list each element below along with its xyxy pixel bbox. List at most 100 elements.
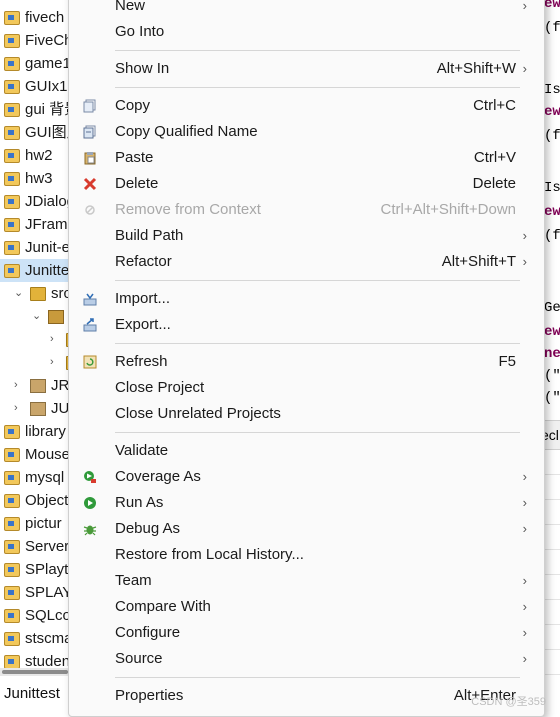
menu-item-team[interactable]: Team › xyxy=(69,568,544,594)
menu-item-validate[interactable]: Validate xyxy=(69,438,544,464)
menu-item-copy[interactable]: Copy Ctrl+C xyxy=(69,93,544,119)
menu-item-refresh[interactable]: Refresh F5 xyxy=(69,349,544,375)
project-icon xyxy=(4,80,20,94)
menu-item-run-as[interactable]: Run As › xyxy=(69,490,544,516)
menu-item-shortcut: Ctrl+C xyxy=(473,97,516,114)
explorer-item[interactable]: hw2 xyxy=(0,144,70,167)
project-icon xyxy=(4,448,20,462)
explorer-item[interactable]: game1 xyxy=(0,52,70,75)
chevron-right-icon: › xyxy=(522,0,527,13)
library-icon xyxy=(30,402,46,416)
menu-item-delete[interactable]: Delete Delete xyxy=(69,171,544,197)
explorer-item[interactable]: Junit-e xyxy=(0,236,70,259)
run-icon xyxy=(83,496,97,510)
explorer-item[interactable]: FiveCh xyxy=(0,29,70,52)
explorer-item[interactable]: Mouse xyxy=(0,443,70,466)
menu-separator xyxy=(115,677,520,678)
menu-item-export[interactable]: Export... xyxy=(69,312,544,338)
menu-item-go-into[interactable]: Go Into xyxy=(69,19,544,45)
menu-item-configure[interactable]: Configure › xyxy=(69,620,544,646)
explorer-item-label: library xyxy=(25,423,66,440)
library-icon xyxy=(30,379,46,393)
menu-item-label: Coverage As xyxy=(115,468,201,485)
code-fragment: (f xyxy=(544,228,560,244)
explorer-item[interactable]: stscma xyxy=(0,627,70,650)
chevron-right-icon[interactable]: › xyxy=(50,351,54,374)
coverage-icon xyxy=(83,470,97,484)
menu-item-debug-as[interactable]: Debug As › xyxy=(69,516,544,542)
chevron-right-icon: › xyxy=(522,625,527,640)
menu-item-paste[interactable]: Paste Ctrl+V xyxy=(69,145,544,171)
menu-item-label: Go Into xyxy=(115,23,165,40)
explorer-item-label: fivech xyxy=(25,9,65,26)
menu-item-show-in[interactable]: Show In Alt+Shift+W › xyxy=(69,56,544,82)
explorer-item[interactable]: Object xyxy=(0,489,70,512)
explorer-item[interactable]: SPlayt xyxy=(0,558,70,581)
explorer-item[interactable]: gui 背景 xyxy=(0,98,70,121)
explorer-item[interactable]: pictur xyxy=(0,512,70,535)
chevron-right-icon[interactable]: › xyxy=(50,328,54,351)
explorer-horizontal-scrollbar[interactable] xyxy=(0,668,70,676)
code-fragment: Ge xyxy=(544,300,560,316)
menu-item-label: Team xyxy=(115,572,152,589)
menu-item-shortcut: Delete xyxy=(472,175,516,192)
menu-item-compare-with[interactable]: Compare With › xyxy=(69,594,544,620)
explorer-item[interactable]: fivech xyxy=(0,6,70,29)
explorer-item[interactable]: SQLco xyxy=(0,604,70,627)
menu-item-label: Configure xyxy=(115,624,181,641)
menu-item-label: Export... xyxy=(115,316,171,333)
scrollbar-thumb[interactable] xyxy=(2,670,68,674)
explorer-item[interactable]: Server xyxy=(0,535,70,558)
chevron-right-icon[interactable]: › xyxy=(14,374,18,397)
explorer-item-label: game1 xyxy=(25,55,70,72)
explorer-item[interactable]: mysql xyxy=(0,466,70,489)
menu-item-new[interactable]: New › xyxy=(69,0,544,19)
menu-item-copy-qualified-name[interactable]: Copy Qualified Name xyxy=(69,119,544,145)
explorer-item[interactable]: JFrame xyxy=(0,213,70,236)
menu-item-close-project[interactable]: Close Project xyxy=(69,375,544,401)
explorer-item[interactable]: › xyxy=(0,328,70,351)
explorer-item[interactable]: ⌄ src xyxy=(0,282,70,305)
explorer-item[interactable]: JDialog xyxy=(0,190,70,213)
chevron-right-icon: › xyxy=(522,61,527,76)
import-icon xyxy=(83,292,97,306)
explorer-item-label: pictur xyxy=(25,515,62,532)
project-icon xyxy=(4,425,20,439)
explorer-item[interactable]: hw3 xyxy=(0,167,70,190)
project-icon xyxy=(4,34,20,48)
remove-context-icon xyxy=(83,203,97,217)
menu-item-label: Run As xyxy=(115,494,164,511)
chevron-down-icon[interactable]: ⌄ xyxy=(32,305,41,328)
explorer-item[interactable]: GUIx1 xyxy=(0,75,70,98)
project-icon xyxy=(4,264,20,278)
menu-item-build-path[interactable]: Build Path › xyxy=(69,223,544,249)
explorer-item[interactable]: ›JUn xyxy=(0,397,70,420)
menu-item-shortcut: Alt+Shift+W xyxy=(436,60,516,77)
explorer-item[interactable]: › xyxy=(0,351,70,374)
menu-item-refactor[interactable]: Refactor Alt+Shift+T › xyxy=(69,249,544,275)
menu-item-label: Delete xyxy=(115,175,159,192)
explorer-item[interactable]: library xyxy=(0,420,70,443)
menu-item-source[interactable]: Source › xyxy=(69,646,544,672)
explorer-item-label: SPLAY xyxy=(25,584,70,601)
menu-item-label: Source xyxy=(115,650,163,667)
code-fragment: Is xyxy=(544,180,560,196)
chevron-right-icon[interactable]: › xyxy=(14,397,18,420)
menu-item-label: Close Unrelated Projects xyxy=(115,405,281,422)
chevron-right-icon: › xyxy=(522,495,527,510)
menu-separator xyxy=(115,50,520,51)
copy-icon xyxy=(83,99,97,113)
explorer-item[interactable]: ›JRE xyxy=(0,374,70,397)
explorer-item[interactable]: GUI图片 xyxy=(0,121,70,144)
package-explorer: fivech FiveCh game1 GUIx1 gui 背景 GUI图片 hw2 hw3 J… xyxy=(0,0,70,715)
menu-item-import[interactable]: Import... xyxy=(69,286,544,312)
menu-item-restore-from-local-history[interactable]: Restore from Local History... xyxy=(69,542,544,568)
chevron-down-icon[interactable]: ⌄ xyxy=(14,282,23,305)
explorer-item[interactable]: ⌄c xyxy=(0,305,70,328)
explorer-item[interactable]: SPLAY xyxy=(0,581,70,604)
menu-item-label: Remove from Context xyxy=(115,201,261,218)
menu-item-coverage-as[interactable]: Coverage As › xyxy=(69,464,544,490)
menu-item-close-unrelated-projects[interactable]: Close Unrelated Projects xyxy=(69,401,544,427)
explorer-item[interactable]: Junittest xyxy=(0,259,70,282)
project-icon xyxy=(4,149,20,163)
